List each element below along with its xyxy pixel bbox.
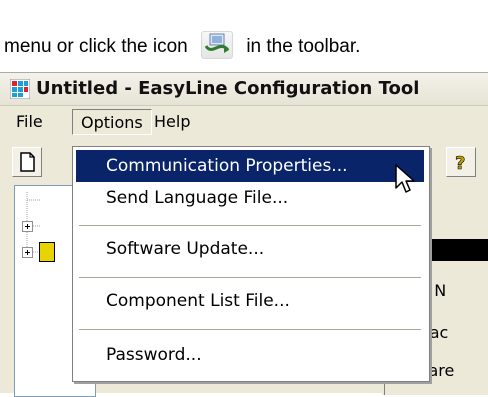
svg-text:?: ? (455, 153, 465, 174)
help-question-icon: ? (455, 153, 466, 175)
options-dropdown-menu: Communication Properties... Send Languag… (72, 146, 430, 382)
new-document-button[interactable] (12, 147, 42, 177)
title-bar[interactable]: Untitled - EasyLine Configuration Tool (0, 73, 488, 106)
caption-text-after: in the toolbar. (246, 36, 361, 57)
device-node-icon (39, 242, 55, 262)
menu-item-communication-properties[interactable]: Communication Properties... (76, 150, 424, 182)
communication-properties-icon (201, 31, 234, 59)
menu-bar: File Options Help (0, 106, 488, 140)
menu-options[interactable]: Options (72, 109, 152, 135)
app-icon (10, 79, 30, 99)
tree-expand-toggle[interactable] (22, 247, 33, 258)
caption-text-before: menu or click the icon (4, 36, 188, 57)
menu-help[interactable]: Help (146, 109, 198, 135)
menu-item-password[interactable]: Password... (76, 339, 424, 371)
menu-file[interactable]: File (8, 109, 51, 135)
new-document-icon (20, 152, 35, 172)
help-button[interactable]: ? (446, 147, 476, 177)
menu-separator (79, 225, 421, 227)
menu-item-send-language-file[interactable]: Send Language File... (76, 182, 424, 214)
instruction-caption: menu or click the icon in the toolbar. (4, 30, 488, 64)
menu-item-component-list-file[interactable]: Component List File... (76, 285, 424, 317)
window-title: Untitled - EasyLine Configuration Tool (36, 78, 420, 99)
menu-item-software-update[interactable]: Software Update... (76, 233, 424, 265)
menu-separator (79, 277, 421, 279)
tree-expand-toggle[interactable] (22, 221, 33, 232)
mouse-cursor-icon (395, 164, 415, 193)
menu-separator (79, 329, 421, 331)
